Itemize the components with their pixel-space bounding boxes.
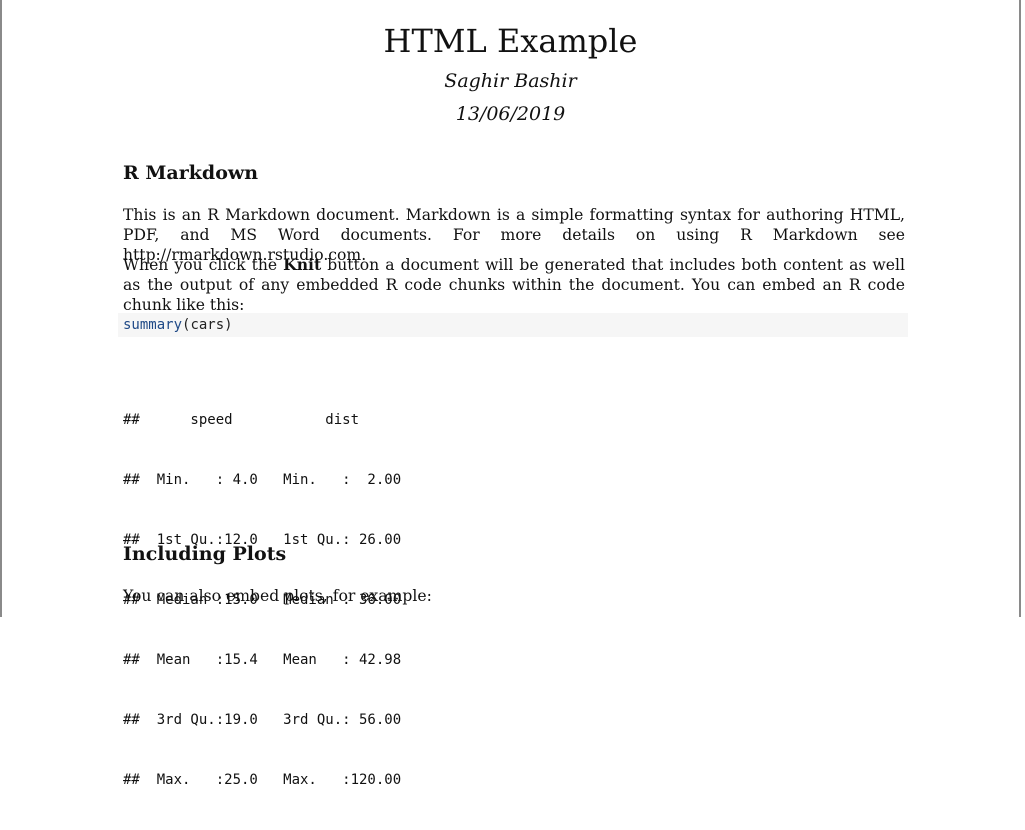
code-arguments: (cars) (182, 317, 233, 333)
document-date: 13/06/2019 (455, 103, 566, 125)
paragraph-knit-before: When you click the (123, 256, 284, 274)
output-line: ## 3rd Qu.:19.0 3rd Qu.: 56.00 (123, 712, 419, 728)
output-line: ## Max. :25.0 Max. :120.00 (123, 772, 419, 788)
paragraph-knit: When you click the Knit button a documen… (123, 255, 905, 315)
document-page: HTML Example Saghir Bashir 13/06/2019 R … (0, 0, 1021, 788)
code-chunk: summary(cars) (118, 313, 908, 337)
document-title: HTML Example (383, 22, 638, 60)
output-line: ## speed dist (123, 412, 393, 428)
output-line: ## Mean :15.4 Mean : 42.98 (123, 652, 419, 668)
section-heading-including-plots: Including Plots (123, 543, 287, 565)
knit-bold: Knit (283, 255, 322, 274)
document-author: Saghir Bashir (444, 70, 577, 92)
section-heading-r-markdown: R Markdown (123, 162, 259, 184)
code-function-name: summary (123, 317, 183, 333)
paragraph-plots: You can also embed plots, for example: (123, 587, 432, 605)
output-line: ## Min. : 4.0 Min. : 2.00 (123, 472, 419, 488)
